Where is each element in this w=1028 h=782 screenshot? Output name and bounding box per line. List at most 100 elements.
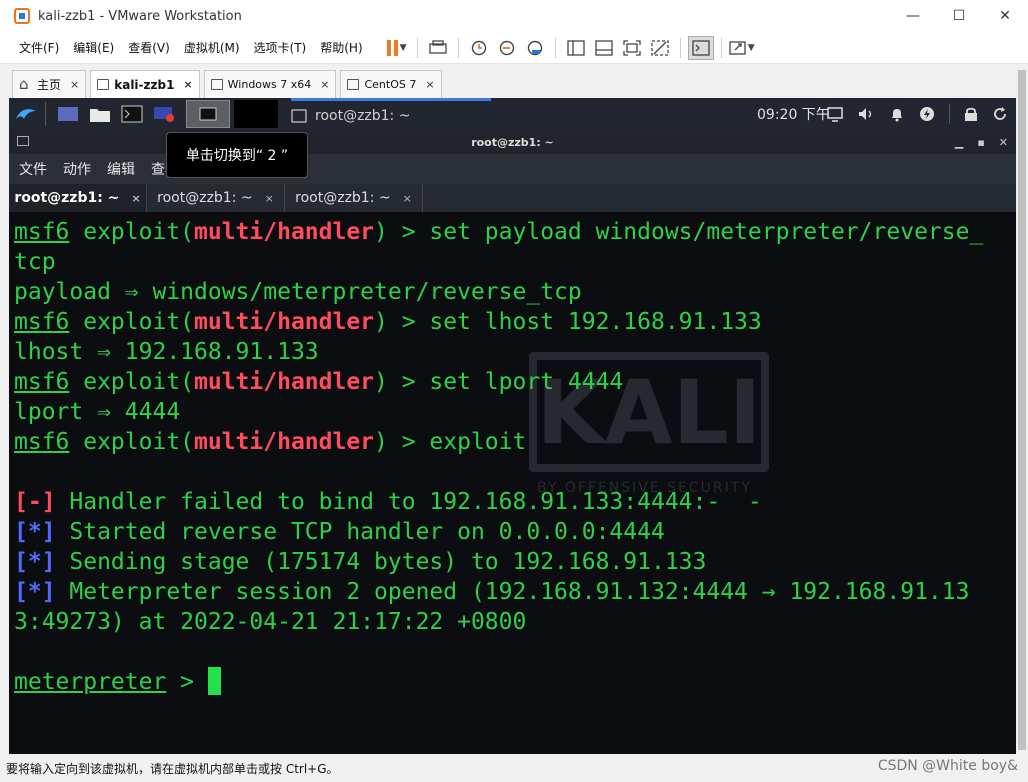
notification-bell-icon[interactable] [889,106,905,122]
vmware-logo-icon [14,8,30,24]
fullscreen-button[interactable] [619,36,645,60]
app-launcher-files[interactable] [88,103,112,125]
terminal-tab-label: root@zzb1: ~ [157,190,253,206]
terminal-line: payload ⇒ windows/meterpreter/reverse_tc… [14,279,582,305]
terminal-icon [291,108,307,123]
close-tab-icon[interactable]: × [183,78,192,91]
terminal-close-button[interactable]: ✕ [999,136,1008,149]
stretch-button[interactable]: ▼ [728,36,755,60]
info-tag: [*] [14,579,56,605]
vmware-titlebar: kali-zzb1 - VMware Workstation — ☐ ✕ [0,0,1028,32]
terminal-minimize-button[interactable]: ▁ [955,136,963,149]
snapshot-manager-icon [527,40,542,55]
prompt-msf: msf6 [14,219,70,245]
stretch-icon [728,40,746,55]
prompt-gt: > [166,669,208,695]
screen-recorder-icon [154,107,174,122]
app-launcher-terminal[interactable] [120,103,144,125]
close-tab-icon[interactable]: × [320,78,329,91]
pause-icon [386,39,398,56]
terminal-menu-actions[interactable]: 动作 [63,159,91,179]
menu-help[interactable]: 帮助(H) [313,39,369,56]
terminal-tab-1[interactable]: root@zzb1: ~ × [9,184,147,212]
vm-tab-label: Windows 7 x64 [227,78,312,91]
maximize-button[interactable]: ☐ [936,0,982,32]
menu-tabs[interactable]: 选项卡(T) [247,39,314,56]
terminal-input-line[interactable]: meterpreter > [14,667,221,697]
minimize-button[interactable]: — [890,0,936,32]
vm-icon [97,79,110,90]
power-manager-icon[interactable] [919,106,935,122]
prompt-exploit: exploit( [69,309,195,335]
workspace-1[interactable] [186,100,230,128]
terminal-tab-label: root@zzb1: ~ [295,190,391,206]
terminal-line: lhost ⇒ 192.168.91.133 [14,339,319,365]
kali-desktop[interactable]: root@zzb1: ~ 09:20 下午 root@zzb1: ~ ▁ ▪ ✕… [9,98,1016,754]
snapshot-button[interactable] [466,36,492,60]
close-tab-icon[interactable]: × [131,192,140,205]
host-scrollbar[interactable] [1016,64,1028,760]
keyboard-icon [428,39,447,54]
close-button[interactable]: ✕ [982,0,1028,32]
terminal-line: [*] Started reverse TCP handler on 0.0.0… [14,517,665,547]
menu-edit[interactable]: 编辑(E) [66,39,121,56]
menu-file[interactable]: 文件(F) [12,39,66,56]
snapshot-manager-button[interactable] [522,36,548,60]
chevron-down-icon: ▼ [747,42,755,53]
unity-button[interactable] [647,36,673,60]
scrollbar-thumb[interactable] [1018,70,1026,750]
display-icon[interactable] [827,106,843,122]
terminal-maximize-button[interactable]: ▪ [977,136,984,149]
taskbar-terminal[interactable]: root@zzb1: ~ [291,98,491,130]
revert-snapshot-button[interactable] [494,36,520,60]
terminal-tabbar: root@zzb1: ~ × root@zzb1: ~ × root@zzb1:… [9,184,1016,212]
terminal-icon [691,39,710,56]
prompt-exploit: exploit( [69,429,195,455]
vmware-toolbar: ▼ ▼ [384,35,755,60]
prompt-msf: msf6 [14,309,70,335]
toolbar-divider [679,37,681,58]
vm-tab-kali[interactable]: kali-zzb1 × [90,70,200,98]
terminal-line: [*] Sending stage (175174 bytes) to 192.… [14,547,706,577]
kali-menu-icon[interactable] [13,101,39,127]
refresh-icon[interactable] [992,106,1008,122]
terminal-menu-edit[interactable]: 编辑 [107,159,135,179]
terminal-tab-3[interactable]: root@zzb1: ~ × [285,184,423,212]
close-tab-icon[interactable]: × [70,78,79,91]
terminal-tab-2[interactable]: root@zzb1: ~ × [147,184,285,212]
lock-icon[interactable] [964,106,978,122]
terminal-title: root@zzb1: ~ [471,135,554,149]
close-tab-icon[interactable]: × [403,192,412,205]
panel-divider [949,104,950,124]
toolbar-divider [720,37,722,58]
app-launcher-desktop[interactable] [56,103,80,125]
vm-tab-centos[interactable]: CentOS 7 × [340,70,442,98]
panel-clock[interactable]: 09:20 下午 [757,98,830,130]
vm-tab-windows7[interactable]: Windows 7 x64 × [203,70,337,98]
menu-view[interactable]: 查看(V) [121,39,177,56]
close-tab-icon[interactable]: × [425,78,434,91]
vm-tab-home[interactable]: 主页 × [12,70,87,98]
menu-vm[interactable]: 虚拟机(M) [177,39,247,56]
prompt-close: ) > [374,429,430,455]
error-tag: [-] [14,489,56,515]
info-message: Started reverse TCP handler on 0.0.0.0:4… [55,519,665,545]
terminal-menubar: 文件 动作 编辑 查看 帮助 [9,154,1016,184]
terminal-line: [*] Meterpreter session 2 opened (192.16… [14,577,969,607]
info-tag: [*] [14,549,56,575]
console-view-button[interactable] [687,35,714,60]
terminal-output[interactable]: KALI BY OFFENSIVE SECURITY msf6 exploit(… [9,212,1016,754]
send-keys-button[interactable] [425,36,451,60]
terminal-icon [121,105,143,123]
pause-button[interactable]: ▼ [384,36,410,60]
workspace-2[interactable] [234,100,278,128]
fullscreen-icon [622,39,641,56]
volume-icon[interactable] [857,106,875,122]
thumbnail-bar-button[interactable] [591,36,617,60]
toolbar-divider [457,37,459,58]
sidebar-toggle-button[interactable] [563,36,589,60]
terminal-menu-file[interactable]: 文件 [19,159,47,179]
close-tab-icon[interactable]: × [265,192,274,205]
vmware-menubar: 文件(F) 编辑(E) 查看(V) 虚拟机(M) 选项卡(T) 帮助(H) ▼ [0,32,1028,64]
app-launcher-recorder[interactable] [152,103,176,125]
